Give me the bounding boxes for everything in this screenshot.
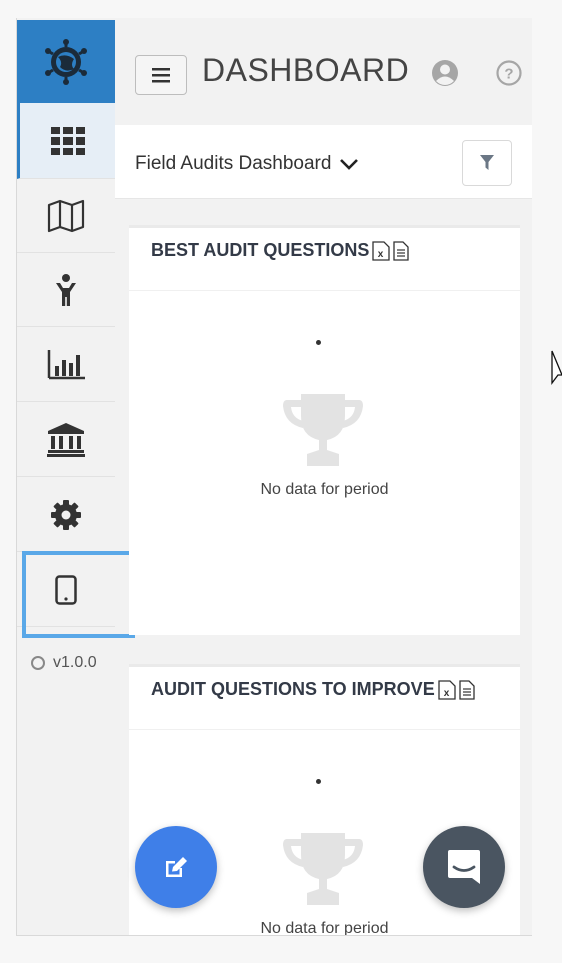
svg-text:x: x (443, 688, 449, 699)
user-profile-button[interactable] (430, 58, 460, 88)
card-title-text: BEST AUDIT QUESTIONS (151, 240, 370, 260)
page-title: DASHBOARD (202, 52, 410, 88)
document-export-icon[interactable] (393, 240, 410, 261)
loading-dot (316, 340, 321, 345)
mouse-cursor-icon (551, 350, 562, 385)
version-indicator: v1.0.0 (31, 654, 97, 672)
focus-highlight (22, 551, 135, 638)
new-audit-fab[interactable] (135, 826, 217, 908)
user-circle-icon (432, 60, 458, 86)
dashboard-selector-bar: Field Audits Dashboard (115, 125, 532, 199)
svg-text:?: ? (504, 66, 513, 83)
bank-icon (47, 422, 85, 457)
hamburger-icon (152, 68, 170, 83)
excel-export-icon[interactable]: x (372, 240, 391, 261)
menu-toggle-button[interactable] (135, 55, 187, 95)
card-divider (129, 290, 520, 291)
sidebar-item-settings[interactable] (17, 478, 115, 552)
trophy-icon (283, 394, 363, 466)
dashboard-dropdown[interactable]: Field Audits Dashboard (135, 153, 359, 175)
empty-state-text: No data for period (260, 481, 389, 498)
card-title-text: AUDIT QUESTIONS TO IMPROVE (151, 679, 435, 699)
globe-network-logo (45, 38, 87, 85)
filter-icon (480, 155, 494, 170)
version-text: v1.0.0 (53, 654, 97, 671)
card-title: AUDIT QUESTIONS TO IMPROVE x (151, 679, 475, 700)
trophy-icon (283, 833, 363, 905)
excel-export-icon[interactable]: x (438, 679, 456, 700)
gear-icon (51, 499, 81, 530)
edit-icon (166, 857, 187, 877)
sidebar-item-reports[interactable] (17, 328, 115, 402)
empty-state-text: No data for period (260, 920, 389, 936)
card-divider (129, 729, 520, 730)
help-button[interactable]: ? (494, 58, 524, 88)
app-window: v1.0.0 DASHBOARD ? Field Audits Dashboar… (16, 18, 532, 936)
map-icon (47, 199, 85, 232)
card-title: BEST AUDIT QUESTIONS x (151, 240, 410, 261)
sidebar-item-dashboard[interactable] (17, 103, 115, 179)
app-logo[interactable] (17, 20, 115, 103)
chat-icon (448, 850, 480, 884)
status-circle-icon (31, 656, 45, 670)
person-icon (56, 273, 76, 306)
sidebar-item-institution[interactable] (17, 403, 115, 477)
sidebar-item-people[interactable] (17, 253, 115, 327)
svg-text:x: x (378, 249, 384, 260)
filter-button[interactable] (462, 140, 512, 186)
grid-icon (50, 126, 85, 155)
best-audit-questions-card: BEST AUDIT QUESTIONS x No data for perio… (129, 225, 520, 635)
help-circle-icon: ? (496, 60, 522, 86)
sidebar: v1.0.0 (17, 18, 115, 935)
chat-widget-button[interactable] (423, 826, 505, 908)
dashboard-dropdown-label: Field Audits Dashboard (135, 153, 332, 174)
sidebar-item-map[interactable] (17, 179, 115, 253)
loading-dot (316, 779, 321, 784)
document-export-icon[interactable] (459, 679, 475, 700)
bar-chart-icon (47, 349, 85, 379)
chevron-down-icon (340, 159, 359, 170)
